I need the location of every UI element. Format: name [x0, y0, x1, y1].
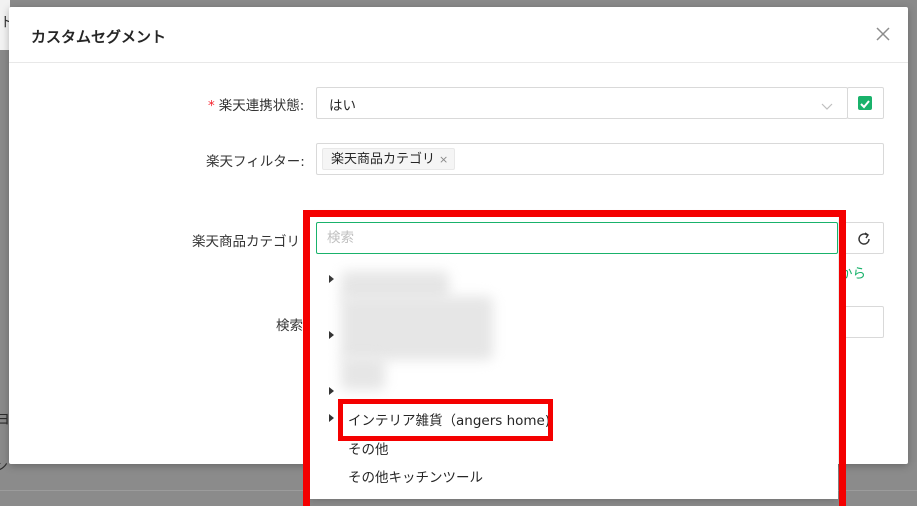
tree-item-other-kitchen-tools[interactable]: その他キッチンツール	[348, 466, 483, 486]
background-text-fragment: ン	[0, 459, 8, 475]
category-dropdown-panel: インテリア雑貨（angers home) その他 その他キッチンツール	[309, 216, 838, 499]
rakuten-link-status-label: * 楽天連携状態:	[208, 94, 304, 114]
caret-right-icon[interactable]	[329, 275, 334, 283]
dialog-title: カスタムセグメント	[31, 28, 167, 46]
tag-close-icon[interactable]: ×	[439, 153, 448, 166]
caret-right-icon[interactable]	[329, 414, 334, 422]
label-text: 楽天連携状態:	[218, 98, 305, 114]
category-search-input[interactable]	[316, 222, 838, 254]
refresh-button[interactable]	[843, 222, 884, 254]
rakuten-category-label: 楽天商品カテゴリ	[192, 234, 300, 250]
close-icon[interactable]	[872, 23, 894, 45]
filter-tag: 楽天商品カテゴリ ×	[322, 148, 456, 170]
caret-right-icon[interactable]	[329, 331, 334, 339]
dialog-header: カスタムセグメント	[9, 7, 908, 63]
redacted-item	[341, 296, 493, 360]
tag-label: 楽天商品カテゴリ	[331, 152, 436, 167]
caret-right-icon[interactable]	[329, 387, 334, 395]
from-link[interactable]: から	[839, 262, 866, 282]
tree-item-other[interactable]: その他	[348, 438, 389, 458]
rakuten-filter-label: 楽天フィルター:	[206, 154, 305, 170]
required-mark: *	[208, 98, 215, 114]
confirm-checkbox-button[interactable]	[847, 87, 884, 119]
select-value: はい	[329, 98, 356, 114]
search-field-edge[interactable]	[843, 306, 884, 338]
redacted-item	[341, 356, 385, 390]
refresh-icon	[856, 231, 872, 251]
checkmark-icon	[858, 96, 872, 110]
rakuten-filter-select[interactable]: 楽天商品カテゴリ ×	[316, 143, 884, 175]
search-label: 検索	[276, 318, 303, 334]
rakuten-link-status-select[interactable]: はい	[316, 87, 848, 119]
chevron-down-icon	[821, 97, 833, 110]
tree-item-interior-goods[interactable]: インテリア雑貨（angers home)	[348, 409, 550, 429]
